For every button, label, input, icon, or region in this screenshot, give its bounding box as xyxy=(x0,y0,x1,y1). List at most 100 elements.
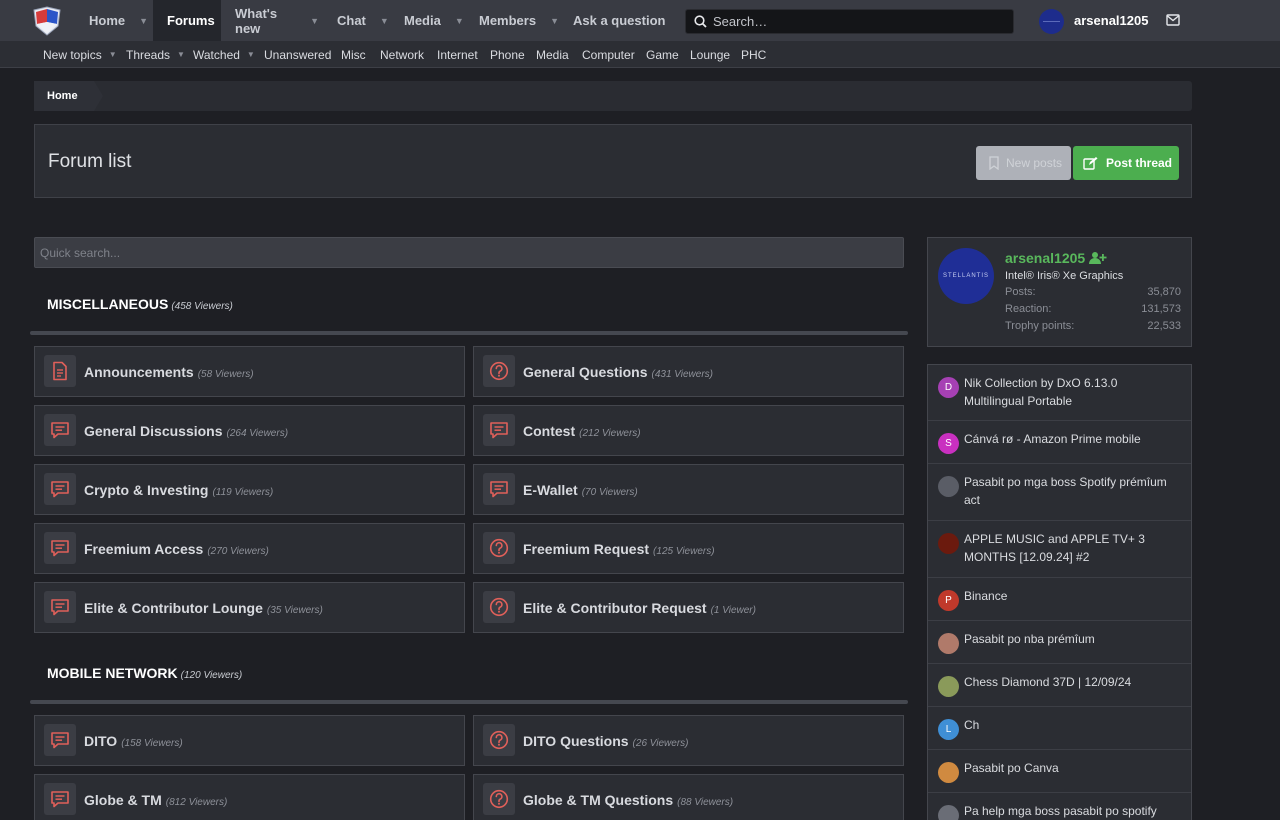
subnav-item-computer[interactable]: Computer xyxy=(582,41,635,68)
category-header[interactable]: MISCELLANEOUS (458 Viewers) xyxy=(47,296,233,312)
forum-title[interactable]: General Questions (431 Viewers) xyxy=(523,364,713,380)
forum-title[interactable]: Crypto & Investing (119 Viewers) xyxy=(84,482,273,498)
category-header[interactable]: MOBILE NETWORK (120 Viewers) xyxy=(47,665,242,681)
forum-node[interactable]: DITO (158 Viewers) xyxy=(34,715,465,766)
thread-item[interactable]: Pa help mga boss pasabit po spotify xyxy=(928,793,1191,820)
forum-node[interactable]: General Questions (431 Viewers) xyxy=(473,346,904,397)
profile-stat-row: Trophy points: 22,533 xyxy=(1005,320,1181,332)
thread-item[interactable]: S Cánvá rø - Amazon Prime mobile xyxy=(928,421,1191,464)
forum-title[interactable]: Globe & TM Questions (88 Viewers) xyxy=(523,792,733,808)
subnav-item-phone[interactable]: Phone xyxy=(490,41,525,68)
nav-tab-forums[interactable]: Forums xyxy=(153,0,221,41)
subnav-item-misc[interactable]: Misc xyxy=(341,41,366,68)
subnav-item-phc[interactable]: PHC xyxy=(741,41,766,68)
subnav-item-internet[interactable]: Internet xyxy=(437,41,478,68)
forum-node[interactable]: Announcements (58 Viewers) xyxy=(34,346,465,397)
forum-title[interactable]: Contest (212 Viewers) xyxy=(523,423,641,439)
quick-search-input[interactable]: Quick search... xyxy=(34,237,904,268)
subnav-item-game[interactable]: Game xyxy=(646,41,679,68)
subnav-item-new-topics[interactable]: New topics ▼ xyxy=(43,41,117,68)
thread-author-avatar[interactable]: S xyxy=(938,433,959,454)
subnav-item-lounge[interactable]: Lounge xyxy=(690,41,730,68)
thread-title[interactable]: APPLE MUSIC and APPLE TV+ 3 MONTHS [12.0… xyxy=(964,530,1179,566)
forum-title[interactable]: General Discussions (264 Viewers) xyxy=(84,423,288,439)
thread-item[interactable]: Chess Diamond 37D | 12/09/24 xyxy=(928,664,1191,707)
forum-node[interactable]: Globe & TM (812 Viewers) xyxy=(34,774,465,820)
forum-title-text: Freemium Request xyxy=(523,541,650,557)
forum-title-text: E-Wallet xyxy=(523,482,578,498)
forum-title[interactable]: Globe & TM (812 Viewers) xyxy=(84,792,227,808)
thread-title[interactable]: Pasabit po Canva xyxy=(964,759,1179,777)
subnav-item-unanswered[interactable]: Unanswered xyxy=(264,41,331,68)
thread-author-avatar[interactable] xyxy=(938,476,959,497)
thread-author-avatar[interactable]: L xyxy=(938,719,959,740)
thread-title[interactable]: Nik Collection by DxO 6.13.0 Multilingua… xyxy=(964,374,1179,410)
forum-node[interactable]: General Discussions (264 Viewers) xyxy=(34,405,465,456)
breadcrumb-home[interactable]: Home xyxy=(34,81,103,111)
subnav-item-network[interactable]: Network xyxy=(380,41,424,68)
profile-name[interactable]: arsenal1205 xyxy=(1005,250,1107,266)
chat-bubble-icon xyxy=(44,414,76,446)
thread-item[interactable]: Pasabit po nba prémîum xyxy=(928,621,1191,664)
subnav-item-threads[interactable]: Threads ▼ xyxy=(126,41,185,68)
thread-title[interactable]: Pa help mga boss pasabit po spotify xyxy=(964,802,1179,820)
thread-item[interactable]: APPLE MUSIC and APPLE TV+ 3 MONTHS [12.0… xyxy=(928,521,1191,578)
thread-author-avatar[interactable] xyxy=(938,762,959,783)
forum-node[interactable]: Contest (212 Viewers) xyxy=(473,405,904,456)
nav-tab-members[interactable]: Members ▼ xyxy=(465,0,559,41)
username-link[interactable]: arsenal1205 xyxy=(1074,13,1148,28)
thread-author-avatar[interactable] xyxy=(938,805,959,820)
nav-tab-ask-a-question[interactable]: Ask a question xyxy=(559,0,669,41)
thread-title[interactable]: Cánvá rø - Amazon Prime mobile xyxy=(964,430,1179,448)
thread-title[interactable]: Binance xyxy=(964,587,1179,605)
profile-avatar[interactable]: STELLANTIS xyxy=(938,248,994,304)
thread-title[interactable]: Chess Diamond 37D | 12/09/24 xyxy=(964,673,1179,691)
thread-item[interactable]: L Ch xyxy=(928,707,1191,750)
forum-title[interactable]: Freemium Request (125 Viewers) xyxy=(523,541,715,557)
thread-title[interactable]: Ch xyxy=(964,716,1179,734)
thread-item[interactable]: Pasabit po mga boss Spotify prémîum act xyxy=(928,464,1191,521)
forum-node[interactable]: Elite & Contributor Lounge (35 Viewers) xyxy=(34,582,465,633)
forum-node[interactable]: Elite & Contributor Request (1 Viewer) xyxy=(473,582,904,633)
subnav-item-label: Threads xyxy=(126,47,171,62)
forum-node[interactable]: DITO Questions (26 Viewers) xyxy=(473,715,904,766)
new-posts-button[interactable]: New posts xyxy=(976,146,1071,180)
user-avatar[interactable] xyxy=(1039,9,1064,34)
add-user-icon[interactable] xyxy=(1089,251,1107,265)
site-logo-icon[interactable] xyxy=(30,6,66,36)
post-thread-button[interactable]: Post thread xyxy=(1073,146,1179,180)
forum-title[interactable]: E-Wallet (70 Viewers) xyxy=(523,482,638,498)
mail-icon[interactable] xyxy=(1166,14,1180,29)
forum-node[interactable]: Globe & TM Questions (88 Viewers) xyxy=(473,774,904,820)
forum-node[interactable]: Freemium Request (125 Viewers) xyxy=(473,523,904,574)
forum-title[interactable]: Elite & Contributor Lounge (35 Viewers) xyxy=(84,600,323,616)
subnav-item-watched[interactable]: Watched ▼ xyxy=(193,41,255,68)
breadcrumb: Home xyxy=(34,81,1192,111)
nav-tab-chat[interactable]: Chat ▼ xyxy=(323,0,395,41)
thread-item[interactable]: P Binance xyxy=(928,578,1191,621)
forum-node[interactable]: E-Wallet (70 Viewers) xyxy=(473,464,904,515)
thread-author-avatar[interactable] xyxy=(938,533,959,554)
forum-title[interactable]: Announcements (58 Viewers) xyxy=(84,364,254,380)
thread-item[interactable]: Pasabit po Canva xyxy=(928,750,1191,793)
thread-item[interactable]: D Nik Collection by DxO 6.13.0 Multilingu… xyxy=(928,365,1191,421)
nav-tab-what-s-new[interactable]: What's new ▼ xyxy=(221,0,319,41)
thread-title[interactable]: Pasabit po nba prémîum xyxy=(964,630,1179,648)
forum-node[interactable]: Freemium Access (270 Viewers) xyxy=(34,523,465,574)
thread-title[interactable]: Pasabit po mga boss Spotify prémîum act xyxy=(964,473,1179,509)
thread-author-avatar[interactable] xyxy=(938,633,959,654)
forum-node[interactable]: Crypto & Investing (119 Viewers) xyxy=(34,464,465,515)
nav-tab-media[interactable]: Media ▼ xyxy=(390,0,464,41)
thread-author-avatar[interactable] xyxy=(938,676,959,697)
profile-card: STELLANTIS arsenal1205 Intel® Iris® Xe G… xyxy=(927,237,1192,347)
thread-author-avatar[interactable]: P xyxy=(938,590,959,611)
forum-title[interactable]: DITO (158 Viewers) xyxy=(84,733,183,749)
search-input[interactable]: Search… xyxy=(685,9,1014,34)
forum-viewers: (119 Viewers) xyxy=(212,487,274,498)
forum-title[interactable]: Freemium Access (270 Viewers) xyxy=(84,541,269,557)
nav-tab-home[interactable]: Home ▼ xyxy=(75,0,153,41)
forum-title[interactable]: Elite & Contributor Request (1 Viewer) xyxy=(523,600,756,616)
forum-title[interactable]: DITO Questions (26 Viewers) xyxy=(523,733,689,749)
thread-author-avatar[interactable]: D xyxy=(938,377,959,398)
subnav-item-media[interactable]: Media xyxy=(536,41,569,68)
